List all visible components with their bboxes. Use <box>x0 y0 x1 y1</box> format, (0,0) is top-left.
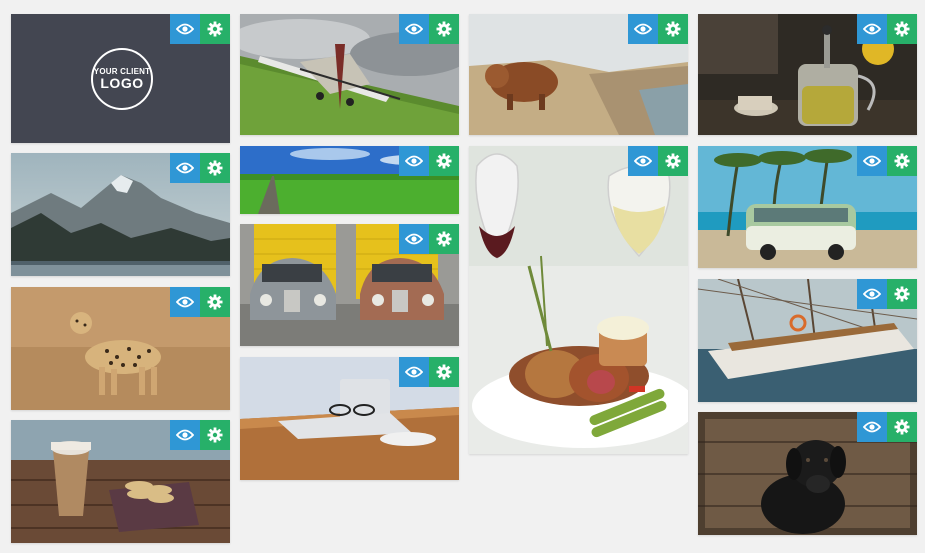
eye-icon <box>634 23 652 35</box>
gallery-tile-airplane[interactable] <box>240 14 459 135</box>
settings-button[interactable] <box>887 279 917 309</box>
tile-actions <box>170 420 230 450</box>
gear-icon <box>436 364 452 380</box>
gear-icon <box>436 21 452 37</box>
tile-actions <box>170 14 230 44</box>
view-button[interactable] <box>170 153 200 183</box>
eye-icon <box>176 23 194 35</box>
settings-button[interactable] <box>658 146 688 176</box>
gallery-tile-classic-cars[interactable] <box>240 224 459 346</box>
settings-button[interactable] <box>887 146 917 176</box>
gear-icon <box>207 427 223 443</box>
gallery-tile-beach-van[interactable] <box>698 146 917 268</box>
gallery-tile-mountain[interactable] <box>11 153 230 276</box>
gourmet-dish-photo <box>469 146 688 454</box>
tile-actions <box>857 412 917 442</box>
gear-icon <box>207 160 223 176</box>
tile-actions <box>399 224 459 254</box>
eye-icon <box>405 366 423 378</box>
gallery-tile-gourmet-dish[interactable] <box>469 146 688 454</box>
tile-actions <box>628 14 688 44</box>
gear-icon <box>894 286 910 302</box>
settings-button[interactable] <box>887 14 917 44</box>
settings-button[interactable] <box>429 357 459 387</box>
settings-button[interactable] <box>200 420 230 450</box>
eye-icon <box>405 23 423 35</box>
eye-icon <box>863 155 881 167</box>
eye-icon <box>863 23 881 35</box>
eye-icon <box>634 155 652 167</box>
view-button[interactable] <box>170 14 200 44</box>
settings-button[interactable] <box>429 14 459 44</box>
settings-button[interactable] <box>429 224 459 254</box>
view-button[interactable] <box>170 287 200 317</box>
view-button[interactable] <box>857 412 887 442</box>
view-button[interactable] <box>399 224 429 254</box>
eye-icon <box>176 429 194 441</box>
tile-actions <box>399 146 459 176</box>
gallery-tile-laptop-desk[interactable] <box>240 357 459 480</box>
settings-button[interactable] <box>887 412 917 442</box>
view-button[interactable] <box>857 14 887 44</box>
eye-icon <box>863 421 881 433</box>
view-button[interactable] <box>857 279 887 309</box>
tile-actions <box>857 279 917 309</box>
gallery-tile-leopard[interactable] <box>11 287 230 410</box>
gear-icon <box>436 231 452 247</box>
client-logo: YOUR CLIENT LOGO <box>91 48 153 110</box>
tile-actions <box>857 14 917 44</box>
gallery-tile-client-logo[interactable]: YOUR CLIENT LOGO <box>11 14 230 143</box>
tile-actions <box>399 357 459 387</box>
settings-button[interactable] <box>200 287 230 317</box>
gallery-tile-black-dog[interactable] <box>698 412 917 535</box>
gallery-tile-sailing-ship[interactable] <box>698 279 917 402</box>
settings-button[interactable] <box>200 14 230 44</box>
view-button[interactable] <box>399 146 429 176</box>
gear-icon <box>894 153 910 169</box>
view-button[interactable] <box>170 420 200 450</box>
gallery-tile-highland-cattle[interactable] <box>469 14 688 135</box>
gear-icon <box>207 294 223 310</box>
settings-button[interactable] <box>200 153 230 183</box>
tile-actions <box>857 146 917 176</box>
eye-icon <box>863 288 881 300</box>
tile-actions <box>628 146 688 176</box>
tile-actions <box>170 153 230 183</box>
gallery-grid: YOUR CLIENT LOGO <box>0 0 925 553</box>
view-button[interactable] <box>628 14 658 44</box>
eye-icon <box>405 233 423 245</box>
gear-icon <box>665 153 681 169</box>
gallery-tile-tea-press[interactable] <box>698 14 917 135</box>
view-button[interactable] <box>857 146 887 176</box>
view-button[interactable] <box>399 357 429 387</box>
gear-icon <box>894 419 910 435</box>
tile-actions <box>170 287 230 317</box>
gear-icon <box>207 21 223 37</box>
view-button[interactable] <box>628 146 658 176</box>
eye-icon <box>405 155 423 167</box>
gallery-tile-road-field[interactable] <box>240 146 459 214</box>
settings-button[interactable] <box>658 14 688 44</box>
logo-text-line2: LOGO <box>100 75 144 91</box>
gear-icon <box>436 153 452 169</box>
gallery-tile-coffee[interactable] <box>11 420 230 543</box>
eye-icon <box>176 162 194 174</box>
gear-icon <box>665 21 681 37</box>
gear-icon <box>894 21 910 37</box>
settings-button[interactable] <box>429 146 459 176</box>
tile-actions <box>399 14 459 44</box>
view-button[interactable] <box>399 14 429 44</box>
eye-icon <box>176 296 194 308</box>
